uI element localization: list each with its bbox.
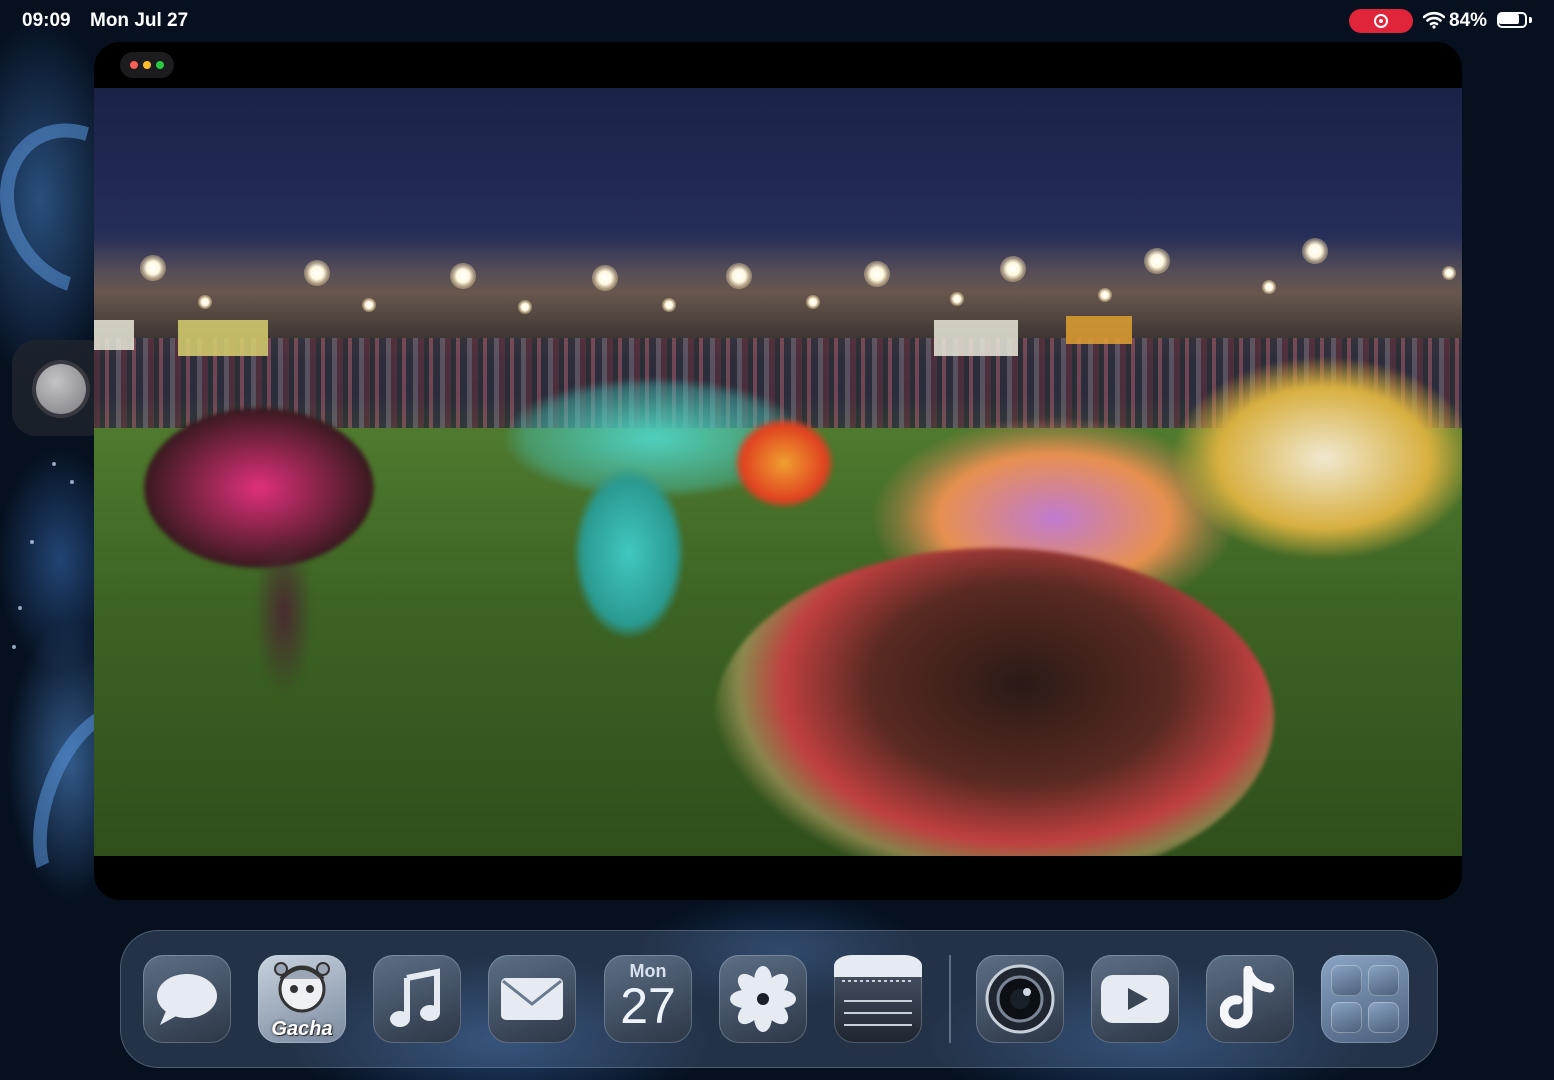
- video-dancer: [734, 418, 834, 508]
- wallpaper-sparkle: [18, 606, 22, 610]
- wallpaper-sparkle: [30, 540, 34, 544]
- stadium-light: [1098, 288, 1112, 302]
- dock-app-photos[interactable]: [719, 955, 807, 1043]
- flower-mini-icon: [1368, 965, 1399, 996]
- side-app-knob[interactable]: [36, 364, 86, 414]
- calendar-date: 27: [620, 978, 676, 1034]
- wifi-icon: [1423, 11, 1445, 29]
- stadium-light: [1000, 256, 1026, 282]
- clock-mini-icon: [1331, 965, 1362, 996]
- stadium-light: [806, 295, 820, 309]
- status-bar: 09:09 Mon Jul 27 84%: [0, 0, 1554, 42]
- video-dancer: [574, 468, 684, 638]
- window-dot-red: [130, 61, 138, 69]
- wallpaper-sparkle: [70, 480, 74, 484]
- video-tent: [1066, 316, 1132, 344]
- video-tent: [178, 320, 268, 356]
- stadium-light: [1302, 238, 1328, 264]
- stadium-light: [362, 298, 376, 312]
- dock-app-messages[interactable]: [143, 955, 231, 1043]
- stadium-light: [1262, 280, 1276, 294]
- dock-separator: [949, 955, 951, 1043]
- stadium-light: [950, 292, 964, 306]
- dock-app-music[interactable]: [373, 955, 461, 1043]
- app-mini-icon: [1368, 1002, 1399, 1033]
- dock-app-calendar[interactable]: Mon 27: [604, 955, 692, 1043]
- dock-app-folder[interactable]: [1321, 955, 1409, 1043]
- gacha-icon: [274, 962, 330, 1013]
- stadium-light: [450, 263, 476, 289]
- video-tent: [934, 320, 1018, 356]
- stadium-light: [662, 298, 676, 312]
- battery-cap: [1529, 17, 1532, 23]
- stadium-light: [1442, 266, 1456, 280]
- stadium-light: [198, 295, 212, 309]
- battery-level: [1499, 14, 1519, 24]
- stadium-light: [304, 260, 330, 286]
- video-dancer: [254, 528, 314, 698]
- dock-app-camera[interactable]: [976, 955, 1064, 1043]
- stadium-light: [726, 263, 752, 289]
- screen-recording-indicator[interactable]: [1349, 9, 1413, 33]
- app-mini-icon: [1331, 1002, 1362, 1033]
- window-dot-yellow: [143, 61, 151, 69]
- dock-app-mail[interactable]: [488, 955, 576, 1043]
- app-folder-icon: [1331, 965, 1399, 1033]
- camera-icon: [985, 964, 1055, 1034]
- mail-icon: [501, 978, 563, 1020]
- stadium-light: [518, 300, 532, 314]
- tiktok-icon: [1220, 966, 1275, 1029]
- wallpaper-sparkle: [52, 462, 56, 466]
- dock-app-notes[interactable]: [834, 955, 922, 1043]
- video-tent: [94, 320, 134, 350]
- notes-icon: [834, 955, 922, 1026]
- window-options-icon[interactable]: [120, 52, 174, 78]
- youtube-play-icon: [1101, 975, 1169, 1023]
- dock-app-gacha[interactable]: Gacha: [258, 955, 346, 1043]
- dock-app-tiktok[interactable]: [1206, 955, 1294, 1043]
- video-player[interactable]: [94, 88, 1462, 856]
- wallpaper-sparkle: [12, 645, 16, 649]
- stadium-light: [1144, 248, 1170, 274]
- messages-icon: [157, 974, 217, 1025]
- gacha-label: Gacha: [271, 1018, 333, 1040]
- window-dot-green: [156, 61, 164, 69]
- battery-percentage: 84%: [1449, 10, 1488, 31]
- video-dancer: [144, 408, 374, 568]
- music-note-icon: [390, 968, 440, 1027]
- screen-recording-icon: [1374, 14, 1388, 28]
- dock-app-youtube[interactable]: [1091, 955, 1179, 1043]
- status-time: 09:09: [22, 10, 71, 31]
- photos-flower-icon: [730, 966, 796, 1032]
- app-window: [94, 42, 1462, 900]
- stadium-light: [592, 265, 618, 291]
- stadium-light: [864, 261, 890, 287]
- status-date: Mon Jul 27: [90, 10, 189, 31]
- video-dancer: [1174, 358, 1462, 558]
- stadium-light: [140, 255, 166, 281]
